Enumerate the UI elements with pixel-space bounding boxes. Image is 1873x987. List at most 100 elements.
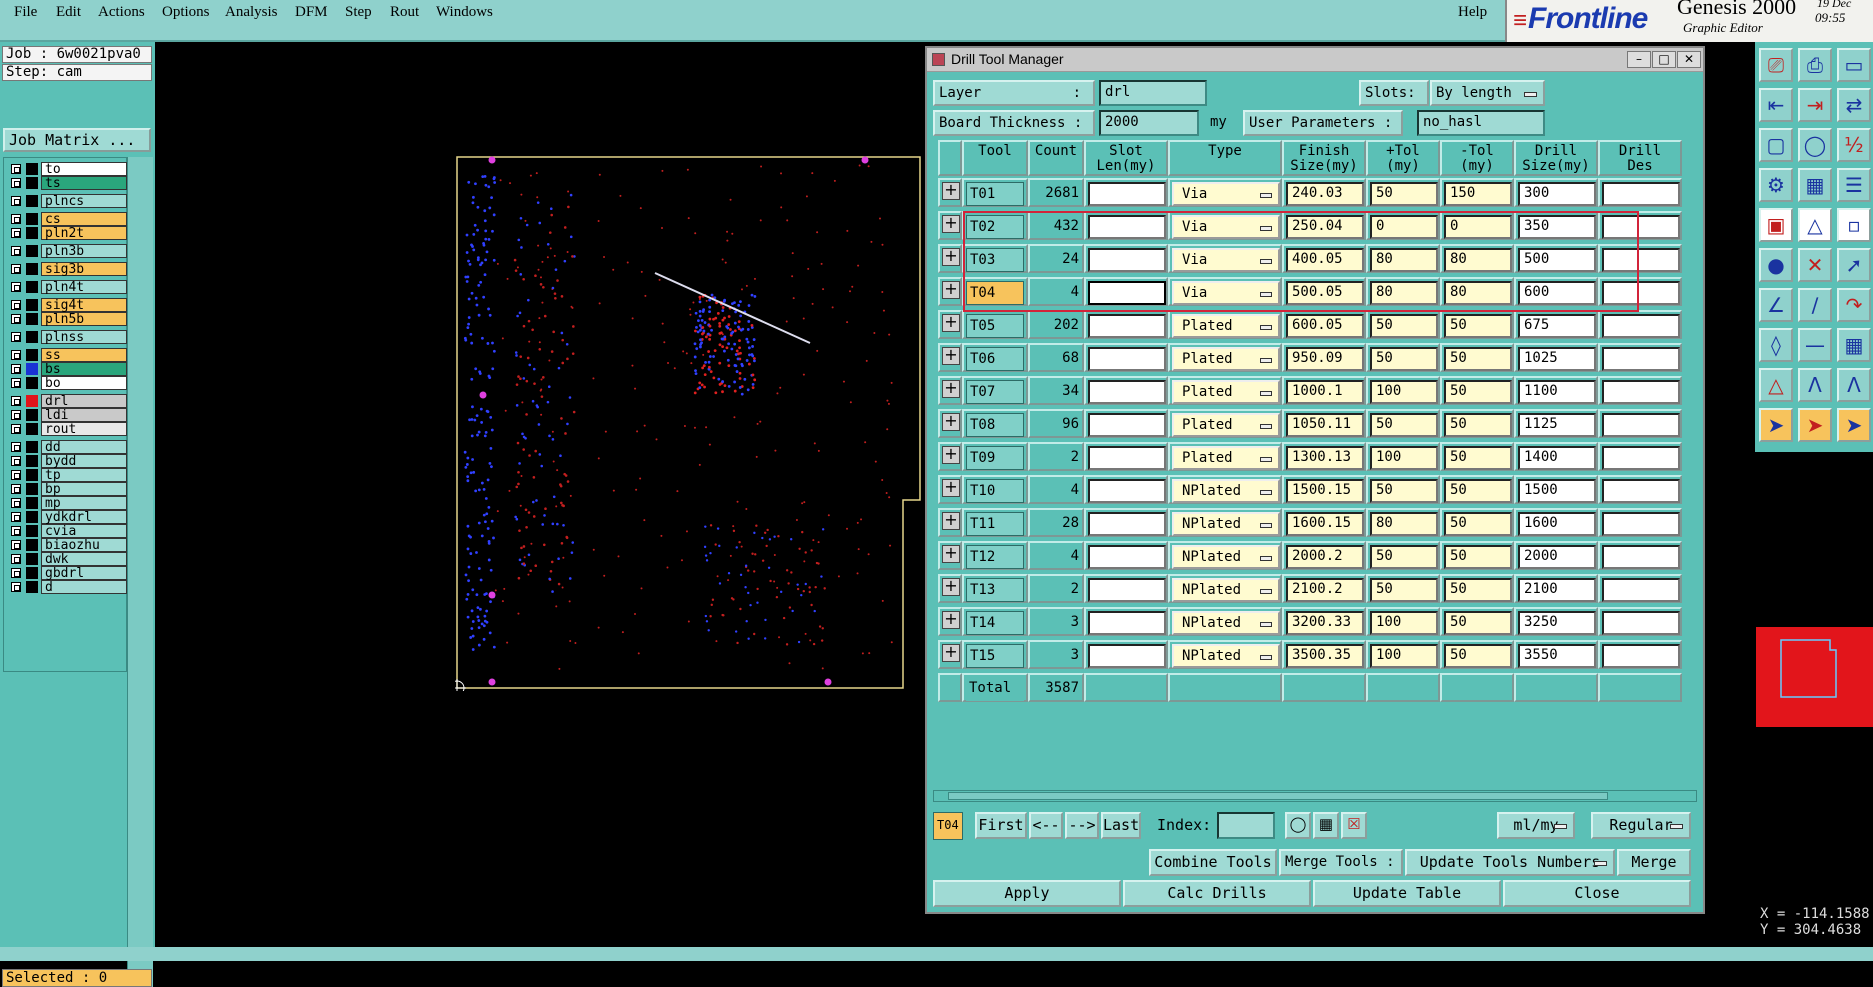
minus-tol-input[interactable]: 50	[1444, 479, 1512, 503]
layer-row-rout[interactable]: rout	[7, 422, 127, 436]
expand-icon[interactable]: +	[942, 611, 960, 629]
minus-tol-input[interactable]: 50	[1444, 611, 1512, 635]
line-icon[interactable]: ∕	[1798, 288, 1832, 322]
plus-tol-input[interactable]: 50	[1370, 182, 1438, 206]
maximize-icon[interactable]: □	[1652, 51, 1676, 68]
drill-size-input[interactable]: 675	[1518, 314, 1596, 338]
minimap[interactable]	[1756, 627, 1873, 727]
type-dropdown[interactable]: NPlated	[1172, 479, 1280, 503]
layer-checkbox[interactable]	[11, 568, 21, 578]
tool-cell[interactable]: T12	[966, 545, 1024, 569]
shape-icon[interactable]: △	[1798, 208, 1832, 242]
layer-checkbox[interactable]	[11, 246, 21, 256]
expand-icon[interactable]: +	[942, 281, 960, 299]
slot-length-input[interactable]	[1088, 578, 1166, 602]
apply-button[interactable]: Apply	[933, 880, 1121, 907]
drill-size-input[interactable]: 1500	[1518, 479, 1596, 503]
drill-size-input[interactable]: 1025	[1518, 347, 1596, 371]
dialog-titlebar[interactable]: Drill Tool Manager – □ ✕	[927, 48, 1703, 72]
minus-tol-input[interactable]: 50	[1444, 644, 1512, 668]
layer-checkbox[interactable]	[11, 196, 21, 206]
finish-size-input[interactable]: 1300.13	[1286, 446, 1364, 470]
layer-checkbox[interactable]	[11, 410, 21, 420]
expand-icon[interactable]: +	[942, 413, 960, 431]
drill-des-input[interactable]	[1602, 182, 1680, 206]
finish-size-input[interactable]: 2000.2	[1286, 545, 1364, 569]
layer-row-bo[interactable]: bo	[7, 376, 127, 390]
layer-checkbox[interactable]	[11, 442, 21, 452]
drill-des-input[interactable]	[1602, 512, 1680, 536]
layer-checkbox[interactable]	[11, 164, 21, 174]
mode-dropdown[interactable]: Regular	[1591, 812, 1691, 839]
layer-checkbox[interactable]	[11, 396, 21, 406]
tool-cell[interactable]: T01	[966, 182, 1024, 206]
minus-tol-input[interactable]: 50	[1444, 314, 1512, 338]
layer-panel-scrollbar[interactable]	[127, 157, 153, 987]
finish-size-input[interactable]: 240.03	[1286, 182, 1364, 206]
layer-checkbox[interactable]	[11, 264, 21, 274]
drill-des-input[interactable]	[1602, 446, 1680, 470]
user-parameters-input[interactable]: no_hasl	[1417, 110, 1545, 136]
pcb-board-view[interactable]	[455, 155, 923, 691]
layer-row-dwk[interactable]: dwk	[7, 552, 127, 566]
minus-tol-input[interactable]: 50	[1444, 446, 1512, 470]
drill-des-input[interactable]	[1602, 314, 1680, 338]
layer-checkbox[interactable]	[11, 228, 21, 238]
menu-file[interactable]: File	[14, 4, 37, 21]
close-button[interactable]: Close	[1503, 880, 1691, 907]
drill-size-input[interactable]: 3550	[1518, 644, 1596, 668]
minus-tol-input[interactable]: 50	[1444, 578, 1512, 602]
units-dropdown[interactable]: ml/my	[1497, 812, 1575, 839]
finish-size-input[interactable]: 600.05	[1286, 314, 1364, 338]
drill-des-input[interactable]	[1602, 545, 1680, 569]
snapshot-icon[interactable]: ▣	[1759, 208, 1793, 242]
layer-row-pln5b[interactable]: pln5b	[7, 312, 127, 326]
layer-checkbox[interactable]	[11, 378, 21, 388]
plus-tol-input[interactable]: 100	[1370, 611, 1438, 635]
update-table-button[interactable]: Update Table	[1313, 880, 1501, 907]
tool-cell[interactable]: T13	[966, 578, 1024, 602]
expand-icon[interactable]: +	[942, 479, 960, 497]
menu-options[interactable]: Options	[162, 4, 210, 21]
expand-icon[interactable]: +	[942, 347, 960, 365]
pointer-snap-icon[interactable]: ➤	[1837, 408, 1871, 442]
menu-analysis[interactable]: Analysis	[225, 4, 278, 21]
plus-tol-input[interactable]: 80	[1370, 512, 1438, 536]
expand-icon[interactable]: +	[942, 578, 960, 596]
tool-cell[interactable]: T11	[966, 512, 1024, 536]
tool-cell[interactable]: T07	[966, 380, 1024, 404]
slot-length-input[interactable]	[1088, 446, 1166, 470]
tool-cell[interactable]: T09	[966, 446, 1024, 470]
drill-size-input[interactable]: 2100	[1518, 578, 1596, 602]
prev-button[interactable]: <--	[1029, 812, 1063, 839]
layer-row-mp[interactable]: mp	[7, 496, 127, 510]
tool-cell[interactable]: T15	[966, 644, 1024, 668]
grid-icon[interactable]: ▦	[1798, 168, 1832, 202]
minus-tol-input[interactable]: 50	[1444, 380, 1512, 404]
plus-tol-input[interactable]: 50	[1370, 413, 1438, 437]
expand-icon[interactable]: +	[942, 512, 960, 530]
expand-icon[interactable]: +	[942, 182, 960, 200]
drill-size-input[interactable]: 1100	[1518, 380, 1596, 404]
layer-row-biaozhu[interactable]: biaozhu	[7, 538, 127, 552]
index-input[interactable]	[1217, 812, 1275, 839]
layer-row-ydkdrl[interactable]: ydkdrl	[7, 510, 127, 524]
layer-row-cs[interactable]: cs	[7, 212, 127, 226]
type-dropdown[interactable]: Via	[1172, 182, 1280, 206]
ruler-icon[interactable]: ▫	[1837, 208, 1871, 242]
expand-icon[interactable]: +	[942, 446, 960, 464]
drill-des-input[interactable]	[1602, 413, 1680, 437]
plus-tol-input[interactable]: 50	[1370, 314, 1438, 338]
menu-dfm[interactable]: DFM	[295, 4, 328, 21]
layer-row-pln4t[interactable]: pln4t	[7, 280, 127, 294]
finish-size-input[interactable]: 1600.15	[1286, 512, 1364, 536]
layer-row-cvia[interactable]: cvia	[7, 524, 127, 538]
layer-checkbox[interactable]	[11, 512, 21, 522]
combine-tools-button[interactable]: Combine Tools	[1149, 849, 1277, 876]
finish-size-input[interactable]: 2100.2	[1286, 578, 1364, 602]
tool-cell[interactable]: T08	[966, 413, 1024, 437]
import-icon[interactable]: ⇤	[1759, 88, 1793, 122]
angle-icon[interactable]: ∠	[1759, 288, 1793, 322]
scrollbar-thumb[interactable]	[948, 792, 1608, 800]
plus-tol-input[interactable]: 50	[1370, 578, 1438, 602]
